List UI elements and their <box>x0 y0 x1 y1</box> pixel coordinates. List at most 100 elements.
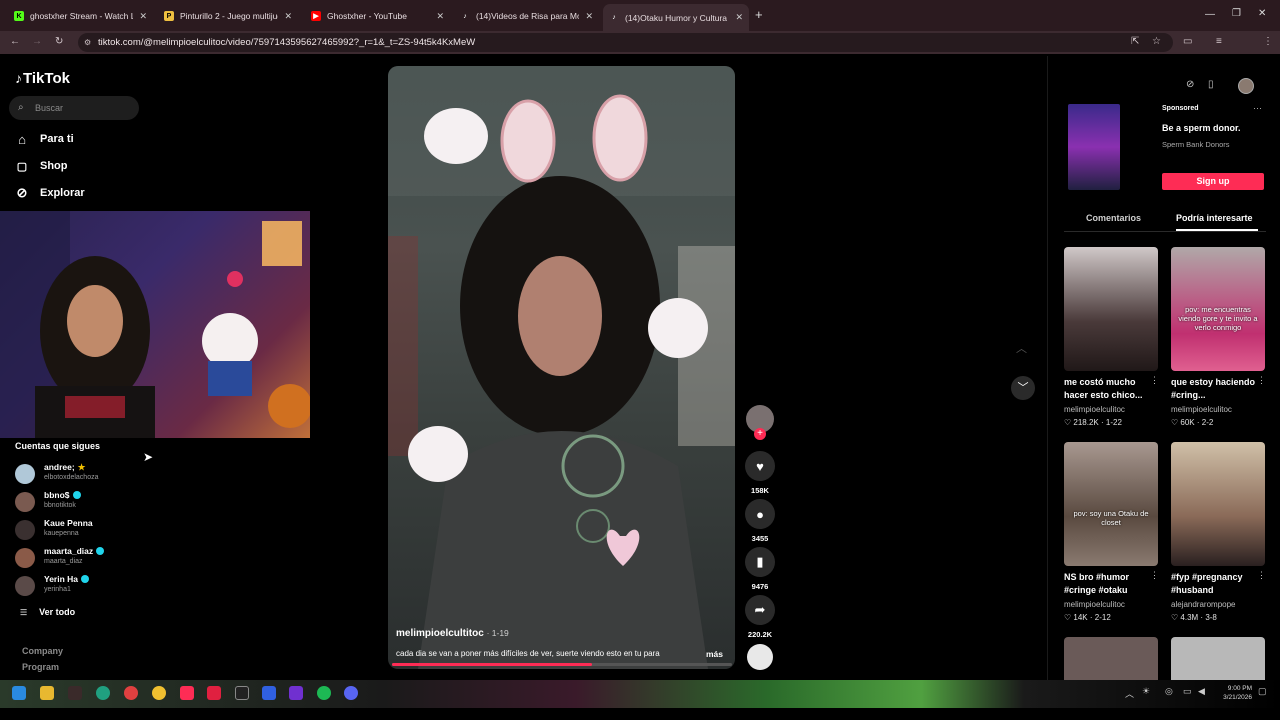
nav-explorar[interactable]: ⊘ Explorar <box>14 185 85 201</box>
footer-program-link[interactable]: Program <box>22 662 59 672</box>
caption-more-link[interactable]: más <box>706 649 723 659</box>
file-explorer-icon[interactable] <box>40 686 54 700</box>
app-icon[interactable] <box>289 686 303 700</box>
sound-disc-icon[interactable] <box>747 644 773 670</box>
menu-kebab-icon[interactable]: ⋮ <box>1263 36 1273 47</box>
maximize-icon[interactable]: ❐ <box>1232 8 1241 19</box>
browser-tab[interactable]: ♪ (14)Videos de Risa para Morirse ✕ <box>454 4 599 28</box>
user-avatar[interactable] <box>1238 78 1254 94</box>
like-button[interactable]: ♥ 158K <box>745 451 775 495</box>
card-title[interactable]: me costó mucho hacer esto chico... <box>1064 376 1154 402</box>
video-thumbnail[interactable] <box>1064 637 1158 680</box>
card-user[interactable]: melimpioelculitoc <box>1064 600 1125 609</box>
card-title[interactable]: #fyp #pregnancy #husband <box>1171 571 1261 597</box>
see-all-link[interactable]: ☰ Ver todo <box>20 607 75 617</box>
device-icon[interactable]: ▯ <box>1208 79 1214 90</box>
install-icon[interactable]: ⇱ <box>1131 36 1139 47</box>
video-author[interactable]: melimpioelcultitoc <box>396 628 484 639</box>
app-icon[interactable] <box>124 686 138 700</box>
notification-icon[interactable]: ▢ <box>1258 686 1267 697</box>
tiktok-logo[interactable]: ♪TikTok <box>15 70 70 87</box>
browser-tab-active[interactable]: ♪ (14)Otaku Humor y Cultura ✕ <box>603 4 749 31</box>
save-button[interactable]: ▮ 9476 <box>745 547 775 591</box>
chrome-icon[interactable] <box>152 686 166 700</box>
followed-account[interactable]: andree; ★ elbotoxdelachoza <box>15 462 215 486</box>
ad-signup-button[interactable]: Sign up <box>1162 173 1264 190</box>
card-title[interactable]: que estoy haciendo #cring... <box>1171 376 1261 402</box>
nav-para-ti[interactable]: ⌂ Para ti <box>14 131 74 147</box>
nav-shop[interactable]: ▢ Shop <box>14 158 68 174</box>
tray-icon[interactable]: ◎ <box>1165 686 1173 697</box>
followed-account[interactable]: Kaue Penna kauepenna <box>15 518 215 542</box>
tab-suggested[interactable]: Podría interesarte <box>1176 213 1253 223</box>
back-icon[interactable]: ← <box>10 36 20 47</box>
card-title[interactable]: NS bro #humor #cringe #otaku <box>1064 571 1154 597</box>
comment-button[interactable]: ● 3455 <box>745 499 775 543</box>
reload-icon[interactable]: ↻ <box>55 36 63 47</box>
follow-plus-icon[interactable]: + <box>754 428 766 440</box>
discord-icon[interactable] <box>344 686 358 700</box>
ad-image[interactable] <box>1068 104 1120 190</box>
windows-start-icon[interactable] <box>12 686 26 700</box>
previous-video-icon[interactable]: ︿ <box>1016 340 1027 356</box>
media-control-icon[interactable]: ≡ <box>1216 36 1222 47</box>
browser-tab[interactable]: K ghostxher Stream - Watch Live ✕ <box>8 4 153 28</box>
video-thumbnail[interactable] <box>1064 247 1158 371</box>
epic-games-icon[interactable] <box>235 686 249 700</box>
video-thumbnail[interactable]: pov: soy una Otaku de closet <box>1064 442 1158 566</box>
followed-account[interactable]: maarta_diaz maarta_diaz <box>15 546 215 570</box>
account-name-row: bbno$ <box>44 490 81 500</box>
close-icon[interactable]: ✕ <box>284 11 292 22</box>
save-count: 9476 <box>751 582 769 591</box>
app-icon[interactable] <box>262 686 276 700</box>
share-button[interactable]: ➦ 220.2K <box>745 595 775 639</box>
card-more-icon[interactable]: ⋮ <box>1150 375 1159 386</box>
app-icon[interactable] <box>68 686 82 700</box>
app-icon[interactable] <box>207 686 221 700</box>
tab-search-icon[interactable]: ▭ <box>1183 36 1192 47</box>
card-more-icon[interactable]: ⋮ <box>1257 375 1266 386</box>
video-thumbnail[interactable] <box>1171 637 1265 680</box>
window-close-icon[interactable]: ✕ <box>1258 8 1266 19</box>
close-icon[interactable]: ✕ <box>585 11 593 22</box>
account-handle: kauepenna <box>44 530 79 537</box>
card-more-icon[interactable]: ⋮ <box>1150 570 1159 581</box>
bookmark-star-icon[interactable]: ☆ <box>1152 36 1161 47</box>
next-video-button[interactable]: ﹀ <box>1011 376 1035 400</box>
site-settings-icon[interactable]: ⚙ <box>84 33 91 52</box>
spotify-icon[interactable] <box>317 686 331 700</box>
new-tab-icon[interactable]: + <box>755 7 763 22</box>
minimize-icon[interactable]: — <box>1205 9 1215 20</box>
tiktok-taskbar-icon[interactable] <box>180 686 194 700</box>
close-icon[interactable]: ✕ <box>735 12 743 23</box>
close-icon[interactable]: ✕ <box>139 11 147 22</box>
card-user[interactable]: melimpioelculitoc <box>1064 405 1125 414</box>
network-icon[interactable]: ▭ <box>1183 686 1192 697</box>
card-user[interactable]: melimpioelculitoc <box>1171 405 1232 414</box>
forward-icon[interactable]: → <box>32 36 42 47</box>
video-thumbnail[interactable]: pov: me encuentras viendo gore y te invi… <box>1171 247 1265 371</box>
volume-icon[interactable]: ◀ <box>1198 686 1205 697</box>
taskbar-clock[interactable]: 9:00 PM 3/21/2026 <box>1212 684 1252 702</box>
more-icon[interactable]: ··· <box>1253 103 1262 113</box>
close-icon[interactable]: ✕ <box>436 11 444 22</box>
tab-comments[interactable]: Comentarios <box>1086 213 1141 223</box>
followed-account[interactable]: Yerin Ha yerinha1 <box>15 574 215 598</box>
browser-tab[interactable]: P Pinturillo 2 - Juego multijugador ✕ <box>158 4 298 28</box>
tray-chevron-icon[interactable]: ︿ <box>1125 687 1134 700</box>
tray-icon[interactable]: ☀ <box>1142 686 1150 697</box>
discover-icon[interactable]: ⊘ <box>1186 79 1194 90</box>
search-input[interactable]: ⌕ Buscar <box>9 96 139 120</box>
account-name: bbno$ <box>44 490 70 500</box>
browser-tab[interactable]: ▶ Ghostxher - YouTube ✕ <box>305 4 450 28</box>
footer-company-link[interactable]: Company <box>22 646 63 656</box>
followed-account[interactable]: bbno$ bbnotiktok <box>15 490 215 514</box>
edge-icon[interactable] <box>96 686 110 700</box>
card-user[interactable]: alejandrarompope <box>1171 600 1236 609</box>
card-more-icon[interactable]: ⋮ <box>1257 570 1266 581</box>
video-frame-image <box>388 66 735 669</box>
video-author-row[interactable]: melimpioelcultitoc · 1-19 <box>396 628 509 639</box>
url-field[interactable]: ⚙ tiktok.com/@melimpioelculitoc/video/75… <box>78 33 1173 52</box>
video-thumbnail[interactable] <box>1171 442 1265 566</box>
video-player[interactable] <box>388 66 735 669</box>
